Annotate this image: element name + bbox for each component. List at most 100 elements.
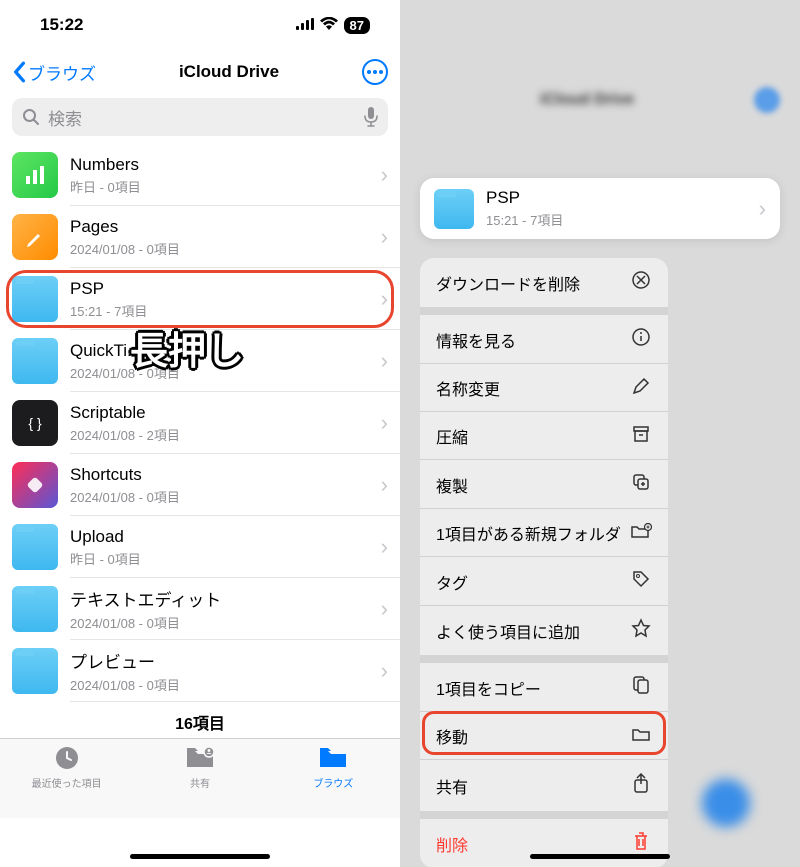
folder-icon (12, 648, 58, 694)
duplicate-icon (630, 472, 652, 497)
blurred-fab (702, 779, 750, 827)
file-name: テキストエディット (70, 586, 369, 611)
tab-label: 最近使った項目 (32, 775, 102, 790)
chevron-right-icon: › (381, 162, 388, 188)
screen-right: 15:22 87 iCloud Drive PSP 15:21 - 7項目 › … (400, 0, 800, 867)
pages-icon (12, 214, 58, 260)
folder-icon (12, 524, 58, 570)
folder-icon (318, 745, 348, 773)
status-bar: 15:22 87 (0, 0, 400, 50)
file-meta: 15:21 - 7項目 (70, 301, 369, 320)
file-meta: 2024/01/08 - 2項目 (70, 425, 369, 444)
menu-label: ダウンロードを削除 (436, 271, 580, 295)
status-time: 15:22 (40, 15, 83, 35)
context-menu: ダウンロードを削除 情報を見る 名称変更 圧縮 複製 1項目がある新規フォルダ … (420, 258, 668, 867)
search-placeholder: 検索 (48, 105, 356, 130)
copy-icon (630, 675, 652, 700)
folder-icon (12, 338, 58, 384)
file-name: Shortcuts (70, 465, 369, 485)
remove-icon (630, 270, 652, 295)
menu-label: 名称変更 (436, 376, 500, 400)
home-indicator[interactable] (130, 854, 270, 859)
tab-label: ブラウズ (313, 775, 353, 790)
tag-icon (630, 569, 652, 594)
search-bar[interactable]: 検索 (12, 98, 388, 136)
menu-label: よく使う項目に追加 (436, 619, 580, 643)
mic-icon[interactable] (364, 107, 378, 127)
annotation-longpress: 長押し (130, 320, 244, 375)
tab-shared[interactable]: 共有 (133, 739, 266, 818)
menu-new-folder[interactable]: 1項目がある新規フォルダ (420, 509, 668, 557)
tab-browse[interactable]: ブラウズ (267, 739, 400, 818)
back-button[interactable]: ブラウズ (12, 60, 96, 85)
file-meta: 2024/01/08 - 0項目 (70, 239, 369, 258)
star-icon (630, 618, 652, 643)
folder-icon (12, 586, 58, 632)
file-name: Upload (70, 527, 369, 547)
status-right: 87 (296, 15, 370, 35)
chevron-left-icon (12, 61, 26, 83)
file-name: Scriptable (70, 403, 369, 423)
menu-compress[interactable]: 圧縮 (420, 412, 668, 460)
tab-recent[interactable]: 最近使った項目 (0, 739, 133, 818)
chevron-right-icon: › (759, 196, 766, 222)
home-indicator[interactable] (530, 854, 670, 859)
menu-tags[interactable]: タグ (420, 557, 668, 606)
menu-favorite[interactable]: よく使う項目に追加 (420, 606, 668, 655)
menu-duplicate[interactable]: 複製 (420, 460, 668, 509)
signal-icon (296, 15, 314, 35)
menu-get-info[interactable]: 情報を見る (420, 315, 668, 364)
new-folder-icon (630, 522, 652, 545)
chevron-right-icon: › (381, 348, 388, 374)
battery-badge: 87 (344, 17, 370, 34)
menu-label: 1項目がある新規フォルダ (436, 521, 621, 545)
menu-label: 削除 (436, 832, 468, 856)
numbers-icon (12, 152, 58, 198)
file-name: プレビュー (70, 648, 369, 673)
menu-label: 1項目をコピー (436, 676, 541, 700)
file-row[interactable]: Upload昨日 - 0項目 › (0, 516, 400, 578)
chevron-right-icon: › (381, 534, 388, 560)
menu-label: タグ (436, 570, 468, 594)
file-row[interactable]: プレビュー 2024/01/08 - 0項目 › (0, 640, 400, 702)
item-count: 16項目 (0, 702, 400, 738)
pencil-icon (630, 377, 652, 400)
file-row[interactable]: Pages2024/01/08 - 0項目 › (0, 206, 400, 268)
scriptable-icon: { } (12, 400, 58, 446)
file-name: Numbers (70, 155, 369, 175)
chevron-right-icon: › (381, 410, 388, 436)
chevron-right-icon: › (381, 596, 388, 622)
file-row[interactable]: { } Scriptable 2024/01/08 - 2項目 › (0, 392, 400, 454)
more-button[interactable] (362, 59, 388, 85)
folder-icon (12, 276, 58, 322)
trash-icon (630, 831, 652, 856)
clock-icon (54, 745, 80, 773)
file-meta: 2024/01/08 - 0項目 (70, 675, 369, 694)
menu-delete[interactable]: 削除 (420, 819, 668, 867)
menu-label: 圧縮 (436, 424, 468, 448)
archive-icon (630, 425, 652, 448)
file-row[interactable]: テキストエディット2024/01/08 - 0項目 › (0, 578, 400, 640)
chevron-right-icon: › (381, 658, 388, 684)
menu-move[interactable]: 移動 (420, 712, 668, 760)
chevron-right-icon: › (381, 224, 388, 250)
menu-label: 情報を見る (436, 328, 516, 352)
chevron-right-icon: › (381, 286, 388, 312)
menu-remove-download[interactable]: ダウンロードを削除 (420, 258, 668, 307)
search-icon (22, 108, 40, 126)
popover-meta: 15:21 - 7項目 (486, 210, 747, 229)
file-row[interactable]: Numbers 昨日 - 0項目 › (0, 144, 400, 206)
file-row[interactable]: Shortcuts2024/01/08 - 0項目 › (0, 454, 400, 516)
back-label: ブラウズ (28, 60, 96, 85)
info-icon (630, 327, 652, 352)
chevron-right-icon: › (381, 472, 388, 498)
menu-rename[interactable]: 名称変更 (420, 364, 668, 412)
popover-preview[interactable]: PSP 15:21 - 7項目 › (420, 178, 780, 239)
file-name: PSP (70, 279, 369, 299)
menu-label: 移動 (436, 724, 468, 748)
file-meta: 昨日 - 0項目 (70, 177, 369, 196)
menu-share[interactable]: 共有 (420, 760, 668, 811)
menu-label: 共有 (436, 774, 468, 798)
screen-left: 15:22 87 ブラウズ iCloud Drive 検索 Numbers昨日 … (0, 0, 400, 867)
menu-copy[interactable]: 1項目をコピー (420, 663, 668, 712)
